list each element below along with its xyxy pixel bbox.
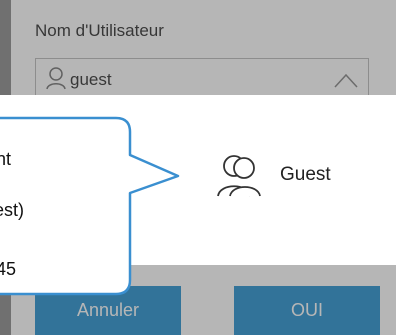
picker-option-admin[interactable]: Admin — [47, 145, 151, 205]
option-label-guest: Guest — [280, 164, 331, 185]
user-picker: Admin Guest — [0, 95, 396, 265]
person-icon — [48, 155, 84, 197]
option-label-admin: Admin — [97, 164, 151, 185]
picker-option-guest[interactable]: Guest — [216, 145, 331, 205]
screen: Nom d'Utilisateur guest Annuler OUI Admi… — [0, 0, 396, 335]
group-icon — [217, 155, 261, 197]
